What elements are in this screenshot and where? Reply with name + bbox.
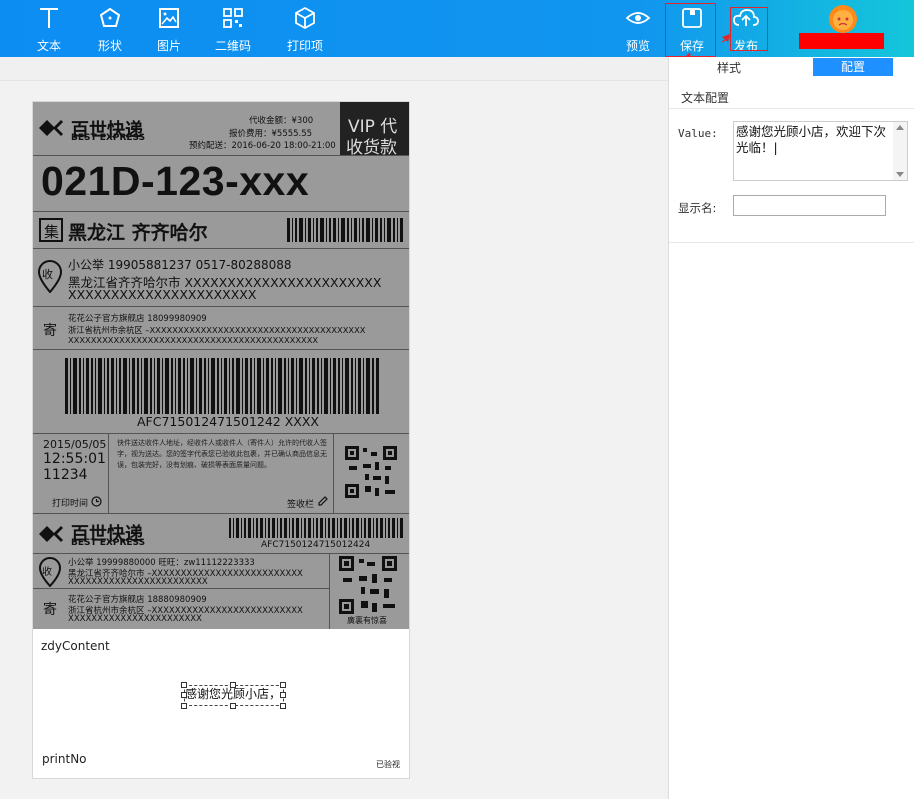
resize-handle-tl[interactable] (181, 682, 187, 688)
resize-handle-mr[interactable] (280, 692, 286, 698)
resize-handle-ml[interactable] (181, 692, 187, 698)
barcode-small (287, 218, 403, 242)
property-panel: 样式 配置 文本配置 Value: 感谢您光顾小店，欢迎下次光临！| 显示名: (668, 57, 914, 799)
vip-badge: VIP 代 收货款 (340, 102, 409, 158)
avatar-face-icon (833, 10, 853, 30)
checked-mark: 已验视 (376, 760, 400, 769)
resize-handle-bl[interactable] (181, 703, 187, 709)
stub-receiver-section: 收 小公举 19999880000 旺旺：zw11112223333 黑龙江省齐… (33, 554, 329, 589)
shape-tool-button[interactable]: 形状 (80, 0, 140, 57)
best-logo-icon (39, 120, 63, 136)
header-section: 百世快递 BEST EXPRESS 代收金额：¥300 报价费用：¥5555.5… (33, 102, 409, 158)
clock-icon (91, 496, 102, 507)
eye-icon (625, 12, 651, 24)
preview-button[interactable]: 预览 (608, 0, 668, 57)
image-icon (159, 8, 179, 28)
shape-icon (99, 7, 121, 27)
tab-style[interactable]: 样式 (717, 59, 741, 76)
display-name-label: 显示名: (678, 201, 717, 215)
pen-icon (318, 496, 328, 506)
resize-handle-tr[interactable] (280, 682, 286, 688)
print-item-tool-button[interactable]: 打印项 (275, 0, 335, 57)
resize-handle-tm[interactable] (230, 682, 236, 688)
tab-config[interactable]: 配置 (813, 58, 893, 76)
main-barcode (65, 358, 379, 414)
display-name-input[interactable] (733, 195, 886, 216)
receiver-section: 收 小公举 19905881237 0517-80288088 黑龙江省齐齐哈尔… (33, 249, 409, 307)
sender-section: 寄 花花公子官方旗舰店 18099980909 浙江省杭州市余杭区 –XXXXX… (33, 307, 409, 350)
print-no-field[interactable]: printNo (42, 752, 87, 766)
resize-handle-bm[interactable] (230, 703, 236, 709)
barcode-stub (229, 518, 403, 538)
canvas-subbar (0, 57, 668, 81)
section-title: 文本配置 (681, 91, 730, 105)
top-toolbar: 文本 形状 图片 二维码 打印项 预览 保存 发布 (0, 0, 914, 57)
scroll-down-icon (896, 172, 904, 177)
text-icon (40, 8, 58, 28)
resize-handle-br[interactable] (280, 703, 286, 709)
qrcode-icon (223, 8, 243, 28)
textarea-scrollbar[interactable] (893, 122, 907, 180)
username-redacted (799, 33, 884, 49)
avatar[interactable] (829, 5, 857, 33)
best-logo-icon-2 (39, 526, 63, 542)
value-label: Value: (678, 127, 718, 140)
zdy-content-field[interactable]: zdyContent (41, 639, 110, 653)
qrcode-tool-button[interactable]: 二维码 (203, 0, 263, 57)
text-tool-button[interactable]: 文本 (19, 0, 79, 57)
value-textarea[interactable]: 感谢您光顾小店，欢迎下次光临！| (733, 121, 908, 181)
qrcode-2 (339, 556, 397, 614)
ji-box: 集 (39, 218, 63, 242)
image-tool-button[interactable]: 图片 (139, 0, 199, 57)
stub-sender-section: 寄 花花公子官方旗舰店 18880980909 浙江省杭州市余杭区 –XXXXX… (43, 595, 303, 624)
info-section: 2015/05/05 12:55:01 11234 打印时间 快件送达收件人地址… (33, 434, 409, 514)
stub-header-section: 百世快递 BEST EXPRESS AFC7150124715012424 (33, 514, 409, 554)
route-code-section: 021D-123-xxx (33, 156, 409, 212)
scroll-up-icon (896, 125, 904, 130)
waybill-template[interactable]: 百世快递 BEST EXPRESS 代收金额：¥300 报价费用：¥5555.5… (33, 102, 409, 629)
cube-icon (295, 6, 315, 30)
main-barcode-section: AFC715012471501242 XXXX (33, 350, 409, 434)
destination-section: 集 黑龙江 齐齐哈尔 (33, 212, 409, 249)
qrcode-1 (345, 446, 397, 498)
